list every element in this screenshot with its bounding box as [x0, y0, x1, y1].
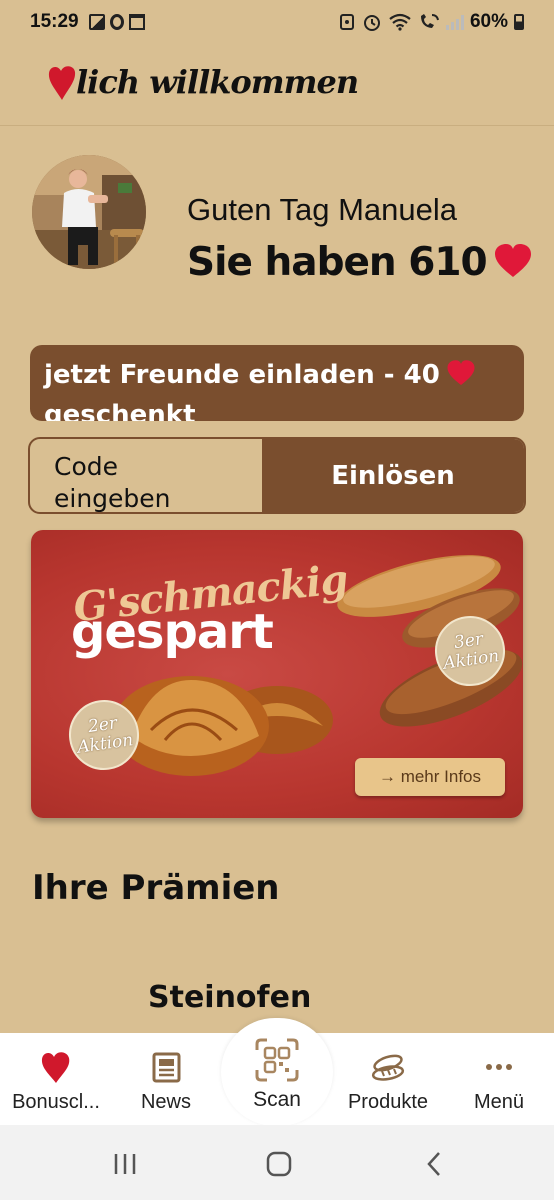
- app-logo: lich willkommen: [46, 62, 359, 102]
- gallery-icon: [88, 14, 105, 30]
- invite-text: jetzt Freunde einladen - 40: [44, 360, 440, 390]
- promo-banner[interactable]: G'schmackig gespart 2er Aktion 3er Aktio…: [31, 530, 523, 818]
- points-text: Sie haben 610: [187, 240, 488, 285]
- calendar-icon: [128, 14, 145, 30]
- qr-scan-icon: [255, 1038, 299, 1082]
- invite-text-cont: geschenkt: [44, 400, 196, 421]
- nav-bonusclub[interactable]: Bonuscl...: [6, 1033, 106, 1125]
- rewards-section-title: Ihre Prämien: [32, 868, 280, 908]
- more-dots-icon: [486, 1064, 512, 1070]
- home-icon[interactable]: [264, 1149, 294, 1179]
- alarm-icon: [363, 15, 380, 31]
- logo-heart-icon: [48, 66, 76, 100]
- heart-icon: [41, 1052, 70, 1083]
- app-header: lich willkommen: [0, 44, 554, 126]
- reward-item-title[interactable]: Steinofen: [148, 980, 311, 1015]
- wifi-icon: [389, 13, 411, 31]
- nav-label: Produkte: [347, 1091, 429, 1113]
- badge-3er-line2: Aktion: [442, 646, 501, 674]
- back-icon[interactable]: [420, 1149, 450, 1179]
- more-info-button[interactable]: → mehr Infos: [355, 758, 505, 796]
- alarm-clock-icon: [339, 14, 354, 30]
- nav-news[interactable]: News: [120, 1033, 212, 1125]
- greeting-line: Guten Tag Manuela: [187, 192, 458, 227]
- nav-menu[interactable]: Menü: [456, 1033, 542, 1125]
- code-input-container: Code eingeben: [30, 439, 262, 512]
- battery-percent: 60%: [469, 11, 508, 32]
- status-time: 15:29: [30, 11, 79, 32]
- nav-label: Scan: [253, 1088, 301, 1111]
- newspaper-icon: [152, 1052, 181, 1083]
- heart-icon: [447, 360, 475, 385]
- points-balance: Sie haben 610: [187, 240, 533, 285]
- nav-produkte[interactable]: Produkte: [338, 1033, 438, 1125]
- code-input[interactable]: Code eingeben: [30, 439, 262, 512]
- code-redeem-row: Code eingeben Einlösen: [28, 437, 526, 514]
- nav-scan[interactable]: Scan: [221, 1018, 333, 1126]
- bread-icon: [371, 1054, 405, 1081]
- promo-title-main: gespart: [71, 604, 274, 660]
- opera-icon: [109, 14, 124, 30]
- signal-icon: [445, 14, 464, 30]
- heart-icon: [494, 244, 531, 277]
- invite-friends-button[interactable]: jetzt Freunde einladen - 40 geschenkt: [30, 345, 524, 421]
- profile-photo: [32, 155, 146, 269]
- wifi-call-icon: [420, 14, 439, 28]
- badge-2er-line2: Aktion: [76, 730, 135, 758]
- nav-label: Menü: [473, 1091, 525, 1113]
- system-navigation-bar: [0, 1125, 554, 1200]
- logo-text: lich willkommen: [76, 63, 359, 101]
- nav-label: News: [140, 1091, 191, 1113]
- recent-apps-icon[interactable]: [110, 1149, 140, 1179]
- nav-label: Bonuscl...: [12, 1091, 100, 1113]
- status-bar: 15:29 60%: [0, 0, 554, 44]
- avatar: [32, 155, 146, 269]
- redeem-button[interactable]: Einlösen: [262, 439, 524, 512]
- battery-icon: [514, 14, 524, 30]
